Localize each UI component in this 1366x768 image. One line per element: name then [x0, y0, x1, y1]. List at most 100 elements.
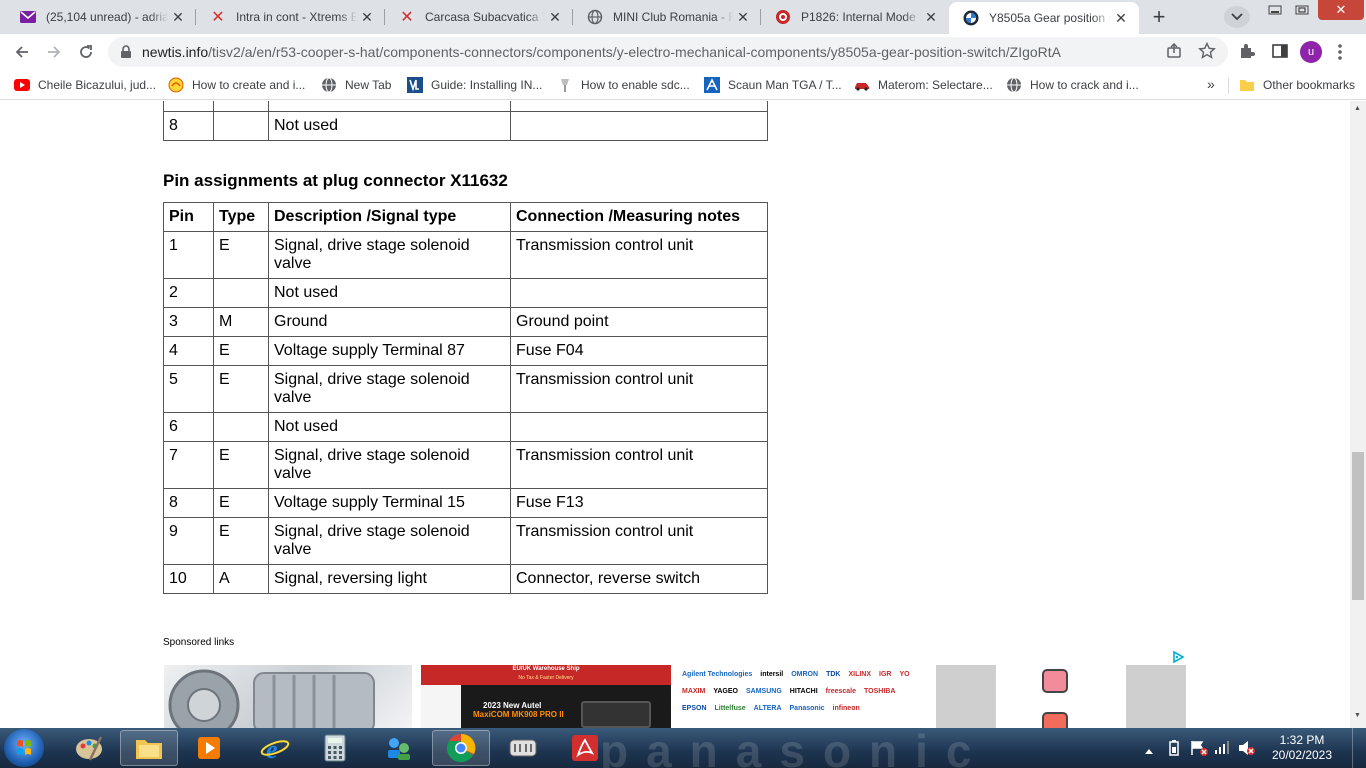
close-icon[interactable]: ✕ [168, 7, 188, 27]
close-window-button[interactable]: ✕ [1318, 0, 1364, 20]
close-icon[interactable]: ✕ [921, 7, 941, 27]
bookmark-item[interactable]: Scaun Man TGA / T... [704, 76, 842, 94]
system-clock[interactable]: 1:32 PM 20/02/2023 [1262, 733, 1342, 763]
brand-logo: ALTERA [753, 705, 782, 712]
bookmark-item[interactable]: Materom: Selectare... [854, 76, 993, 94]
bookmark-item[interactable]: Cheile Bicazului, jud... [14, 76, 156, 94]
gear-motor-image [168, 669, 375, 728]
ad-banner-autel[interactable]: EU/UK Warehouse Ship No Tax & Faster Del… [421, 665, 671, 728]
tab-title: (25,104 unread) - adrian [46, 10, 168, 24]
scrollbar-thumb[interactable] [1352, 452, 1364, 600]
url-host: newtis.info [142, 44, 209, 60]
tab-y8505a-active[interactable]: Y8505a Gear position sw ✕ [949, 2, 1139, 34]
connection-cell: Connector, reverse switch [510, 564, 768, 594]
taskbar-media-player[interactable] [180, 730, 238, 766]
taskbar-network-tool[interactable] [370, 730, 428, 766]
show-desktop-button[interactable] [1352, 728, 1366, 768]
connection-cell: Ground point [510, 307, 768, 337]
taskbar-explorer[interactable] [120, 730, 178, 766]
tab-p1826[interactable]: P1826: Internal Mode S ✕ [761, 0, 949, 34]
action-center-flag-icon[interactable] [1190, 740, 1208, 761]
ad-banner-buttons[interactable] [936, 665, 1186, 728]
tab-mini-club[interactable]: MINI Club Romania - R ✕ [573, 0, 761, 34]
column-header-description: Description /Signal type [268, 202, 511, 232]
taskbar-calculator[interactable] [306, 730, 364, 766]
side-panel-icon[interactable] [1271, 42, 1289, 65]
tab-search-button[interactable] [1224, 6, 1250, 28]
scroll-down-arrow-icon[interactable]: ▼ [1354, 712, 1361, 719]
tab-carcasa[interactable]: ✕ Carcasa Subacvatica Trans ✕ [385, 0, 573, 34]
brand-logo: SAMSUNG [745, 688, 782, 695]
minimize-button[interactable] [1262, 0, 1288, 20]
tab-xtrems[interactable]: ✕ Intra in cont - Xtrems Europa ✕ [196, 0, 385, 34]
svg-text:e: e [266, 735, 278, 763]
table-header-row: Pin Type Description /Signal type Connec… [163, 202, 768, 232]
volume-muted-icon[interactable] [1238, 740, 1256, 761]
new-tab-button[interactable]: + [1147, 4, 1171, 29]
address-bar[interactable]: newtis.info/tisv2/a/en/r53-cooper-s-hat/… [108, 37, 1228, 67]
bookmark-item[interactable]: How to crack and i... [1006, 76, 1139, 94]
lock-icon[interactable] [120, 45, 132, 64]
star-icon[interactable] [1198, 41, 1216, 65]
page-scrollbar[interactable]: ▲ ▼ [1350, 101, 1366, 728]
avatar[interactable]: u [1300, 41, 1322, 63]
brand-logo: YAGEO [713, 688, 738, 695]
bookmarks-divider [1228, 78, 1229, 94]
taskbar-internet-explorer[interactable]: e [246, 730, 304, 766]
table-row: 3 M Ground Ground point [163, 307, 768, 337]
arrow-left-icon [15, 46, 28, 58]
taskbar-paint[interactable] [60, 730, 118, 766]
vehicle-grille-icon [509, 739, 537, 757]
other-bookmarks-folder[interactable]: Other bookmarks [1239, 76, 1355, 94]
connection-cell: Fuse F04 [510, 336, 768, 366]
taskbar-vehicle-app[interactable] [494, 730, 552, 766]
forward-button[interactable] [40, 38, 68, 66]
close-icon[interactable]: ✕ [1111, 8, 1131, 28]
network-signal-icon[interactable] [1214, 740, 1230, 759]
clock-date: 20/02/2023 [1271, 748, 1333, 762]
windows-logo-icon [17, 740, 31, 755]
menu-icon[interactable] [1338, 44, 1342, 65]
bookmark-item[interactable]: How to create and i... [168, 76, 305, 94]
back-button[interactable] [8, 38, 36, 66]
close-icon[interactable]: ✕ [545, 7, 565, 27]
pin-assignment-table: Pin Type Description /Signal type Connec… [163, 202, 768, 594]
network-people-icon [388, 738, 410, 760]
bookmark-item[interactable]: How to enable sdc... [557, 76, 690, 94]
bookmarks-overflow-button[interactable]: » [1207, 76, 1215, 92]
taskbar-chrome[interactable] [432, 730, 490, 766]
pin-cell: 7 [163, 441, 214, 489]
tray-expand-icon[interactable] [1144, 742, 1154, 760]
description-cell: Ground [268, 307, 511, 337]
media-play-icon [198, 737, 220, 759]
column-header-pin: Pin [163, 202, 214, 232]
ad-banner-gearmotor[interactable] [164, 665, 412, 728]
ad-header-strip: EU/UK Warehouse Ship No Tax & Faster Del… [421, 665, 671, 685]
vd-icon [407, 77, 423, 93]
start-button[interactable] [4, 729, 44, 767]
extensions-icon[interactable] [1238, 42, 1256, 65]
ad-banner-brands[interactable]: Agilent Technologies intersil OMRON TDK … [678, 665, 922, 728]
bookmark-item[interactable]: New Tab [321, 76, 391, 94]
brand-logo: XILINX [848, 671, 872, 678]
battery-icon[interactable] [1168, 740, 1180, 761]
bookmark-item[interactable]: Guide: Installing IN... [407, 76, 542, 94]
share-icon[interactable] [1166, 42, 1182, 64]
url-path: /tisv2/a/en/r53-cooper-s-hat/components-… [208, 44, 1062, 60]
table-row: 8 Not used [163, 111, 768, 141]
tab-title: Carcasa Subacvatica Trans [425, 10, 545, 24]
close-icon[interactable]: ✕ [357, 7, 377, 27]
type-cell: E [213, 517, 269, 565]
tab-title: Intra in cont - Xtrems Europa [236, 10, 357, 24]
tab-gmail[interactable]: (25,104 unread) - adrian ✕ [6, 0, 196, 34]
maximize-button[interactable] [1289, 0, 1315, 20]
close-icon[interactable]: ✕ [733, 7, 753, 27]
folder-icon [1239, 77, 1255, 93]
reload-button[interactable] [72, 38, 100, 66]
taskbar-acrobat[interactable] [556, 730, 614, 766]
description-cell: Signal, drive stage solenoid valve [268, 517, 511, 565]
bookmark-label: How to crack and i... [1030, 78, 1139, 92]
bookmark-label: Scaun Man TGA / T... [728, 78, 842, 92]
scroll-up-arrow-icon[interactable]: ▲ [1354, 105, 1361, 112]
connection-cell: Transmission control unit [510, 365, 768, 413]
